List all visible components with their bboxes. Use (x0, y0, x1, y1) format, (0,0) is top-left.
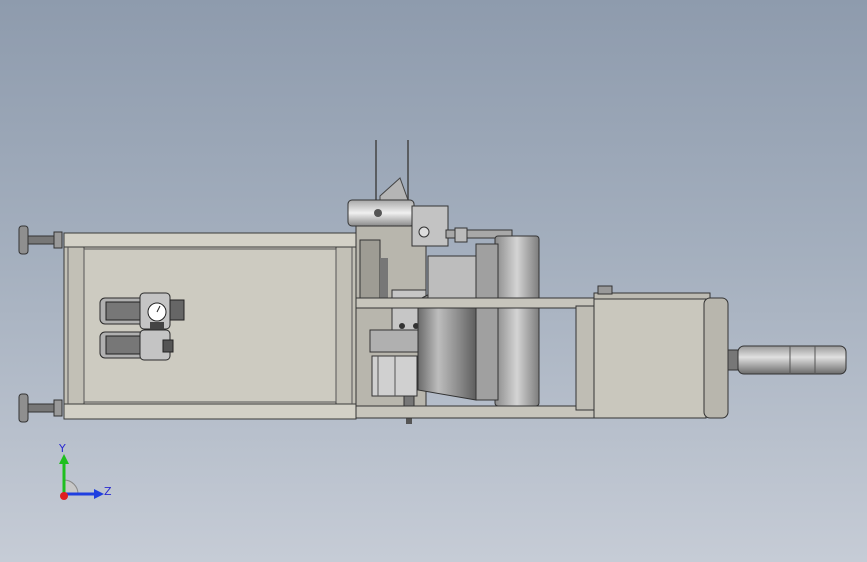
right-housing (593, 285, 729, 419)
triad-axes (59, 454, 104, 500)
coordinate-triad: Y Z (40, 438, 130, 518)
drum-assembly (417, 235, 540, 407)
graphics-viewport[interactable]: Y Z (0, 0, 867, 562)
leveling-foot-bottom (18, 393, 63, 423)
top-rods (375, 140, 409, 201)
left-cabinet (63, 232, 357, 420)
leveling-foot-top (18, 225, 63, 255)
z-axis-arrowhead (94, 489, 104, 499)
filter-regulator-lower (99, 329, 174, 361)
x-axis-dot (60, 492, 68, 500)
y-axis-label: Y (59, 442, 66, 455)
center-column (355, 225, 427, 424)
z-axis-label: Z (104, 485, 112, 498)
y-axis-arrowhead (59, 454, 69, 464)
machine-model[interactable] (0, 0, 867, 562)
output-roller (727, 345, 847, 375)
